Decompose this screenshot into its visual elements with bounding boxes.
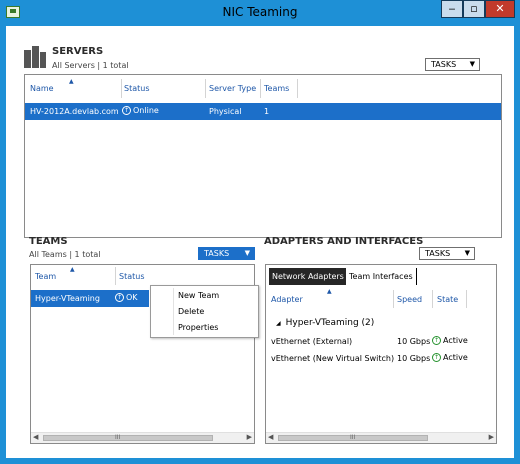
client-area: SERVERS All Servers | 1 total TASKS ▼ ▲ … <box>6 26 514 458</box>
minimize-icon: ‒ <box>448 2 456 15</box>
server-status-text: Online <box>133 106 159 115</box>
sort-ascending-icon: ▲ <box>70 266 75 273</box>
adapters-tab-bar: Network Adapters Team Interfaces <box>266 265 496 285</box>
server-status: ↑ Online <box>122 106 159 115</box>
scroll-right-icon[interactable]: ▶ <box>247 433 252 441</box>
status-up-icon: ↑ <box>122 106 131 115</box>
server-teams: 1 <box>264 107 270 116</box>
adapters-tasks-button[interactable]: TASKS ▼ <box>419 247 475 260</box>
servers-tasks-button[interactable]: TASKS ▼ <box>425 58 480 71</box>
adapters-grid: Network Adapters Team Interfaces ▲ Adapt… <box>265 264 497 444</box>
team-status: ↑ OK <box>115 293 138 302</box>
teams-heading: TEAMS <box>29 236 68 247</box>
menu-item-new-team[interactable]: New Team <box>178 291 219 300</box>
team-name: Hyper-VTeaming <box>35 294 100 303</box>
adapters-col-speed[interactable]: Speed <box>397 295 422 304</box>
adapter-speed: 10 Gbps <box>397 354 431 363</box>
maximize-icon: ▫ <box>470 2 478 15</box>
dropdown-arrow-icon: ▼ <box>244 249 250 257</box>
minimize-button[interactable]: ‒ <box>441 0 463 18</box>
teams-col-status[interactable]: Status <box>119 272 145 281</box>
adapters-heading: ADAPTERS AND INTERFACES <box>264 236 424 247</box>
nic-teaming-window: NIC Teaming ‒ ▫ ✕ SERVERS All Servers | … <box>0 0 520 464</box>
adapter-name: vEthernet (External) <box>271 337 353 346</box>
scroll-right-icon[interactable]: ▶ <box>489 433 494 441</box>
maximize-button[interactable]: ▫ <box>463 0 485 18</box>
status-up-icon: ↑ <box>432 353 441 362</box>
tab-team-interfaces[interactable]: Team Interfaces <box>346 268 417 285</box>
scrollbar-thumb[interactable] <box>43 435 213 441</box>
adapter-state-text: Active <box>443 353 468 362</box>
table-row[interactable]: HV-2012A.devlab.com ↑ Online Physical 1 <box>25 103 501 120</box>
title-bar[interactable]: NIC Teaming ‒ ▫ ✕ <box>0 0 520 26</box>
servers-subtitle: All Servers | 1 total <box>52 61 129 70</box>
server-name: HV-2012A.devlab.com <box>30 107 119 116</box>
dropdown-arrow-icon: ▼ <box>464 249 470 257</box>
adapters-horizontal-scrollbar[interactable]: ◀ III ▶ <box>266 432 496 443</box>
dropdown-arrow-icon: ▼ <box>469 60 475 68</box>
scroll-left-icon[interactable]: ◀ <box>268 433 273 441</box>
grip-icon: III <box>115 434 121 441</box>
close-button[interactable]: ✕ <box>485 0 515 18</box>
servers-col-server-type[interactable]: Server Type <box>209 84 256 93</box>
menu-item-delete[interactable]: Delete <box>178 307 204 316</box>
scroll-left-icon[interactable]: ◀ <box>33 433 38 441</box>
team-status-text: OK <box>126 293 138 302</box>
adapters-col-state[interactable]: State <box>437 295 458 304</box>
expand-icon[interactable]: ◢ <box>276 320 281 327</box>
adapter-group-header[interactable]: ◢ Hyper-VTeaming (2) <box>276 318 374 328</box>
menu-item-properties[interactable]: Properties <box>178 323 218 332</box>
adapter-state: ↑ Active <box>432 336 468 345</box>
table-row[interactable]: Hyper-VTeaming ↑ OK <box>31 290 149 307</box>
teams-horizontal-scrollbar[interactable]: ◀ III ▶ <box>31 432 254 443</box>
teams-subtitle: All Teams | 1 total <box>29 250 101 259</box>
adapter-name: vEthernet (New Virtual Switch) <box>271 354 395 363</box>
sort-ascending-icon: ▲ <box>327 288 332 295</box>
status-up-icon: ↑ <box>432 336 441 345</box>
tab-network-adapters[interactable]: Network Adapters <box>269 268 347 285</box>
servers-tasks-label: TASKS <box>431 60 457 69</box>
adapter-state: ↑ Active <box>432 353 468 362</box>
servers-col-teams[interactable]: Teams <box>264 84 289 93</box>
servers-heading: SERVERS <box>52 46 104 57</box>
servers-icon <box>24 46 46 68</box>
close-icon: ✕ <box>495 2 505 15</box>
server-type: Physical <box>209 107 242 116</box>
adapter-speed: 10 Gbps <box>397 337 431 346</box>
adapters-tasks-label: TASKS <box>425 249 451 258</box>
status-up-icon: ↑ <box>115 293 124 302</box>
adapter-state-text: Active <box>443 336 468 345</box>
teams-tasks-label: TASKS <box>204 249 230 258</box>
adapters-col-adapter[interactable]: Adapter <box>271 295 303 304</box>
adapter-group-label: Hyper-VTeaming (2) <box>285 318 375 328</box>
teams-col-team[interactable]: Team <box>35 272 56 281</box>
servers-grid: ▲ Name Status Server Type Teams HV-2012A… <box>24 74 502 238</box>
servers-col-name[interactable]: Name <box>30 84 54 93</box>
sort-ascending-icon: ▲ <box>69 78 74 85</box>
grip-icon: III <box>350 434 356 441</box>
servers-col-status[interactable]: Status <box>124 84 150 93</box>
teams-tasks-menu: New Team Delete Properties <box>150 285 259 338</box>
teams-tasks-button[interactable]: TASKS ▼ <box>198 247 255 260</box>
